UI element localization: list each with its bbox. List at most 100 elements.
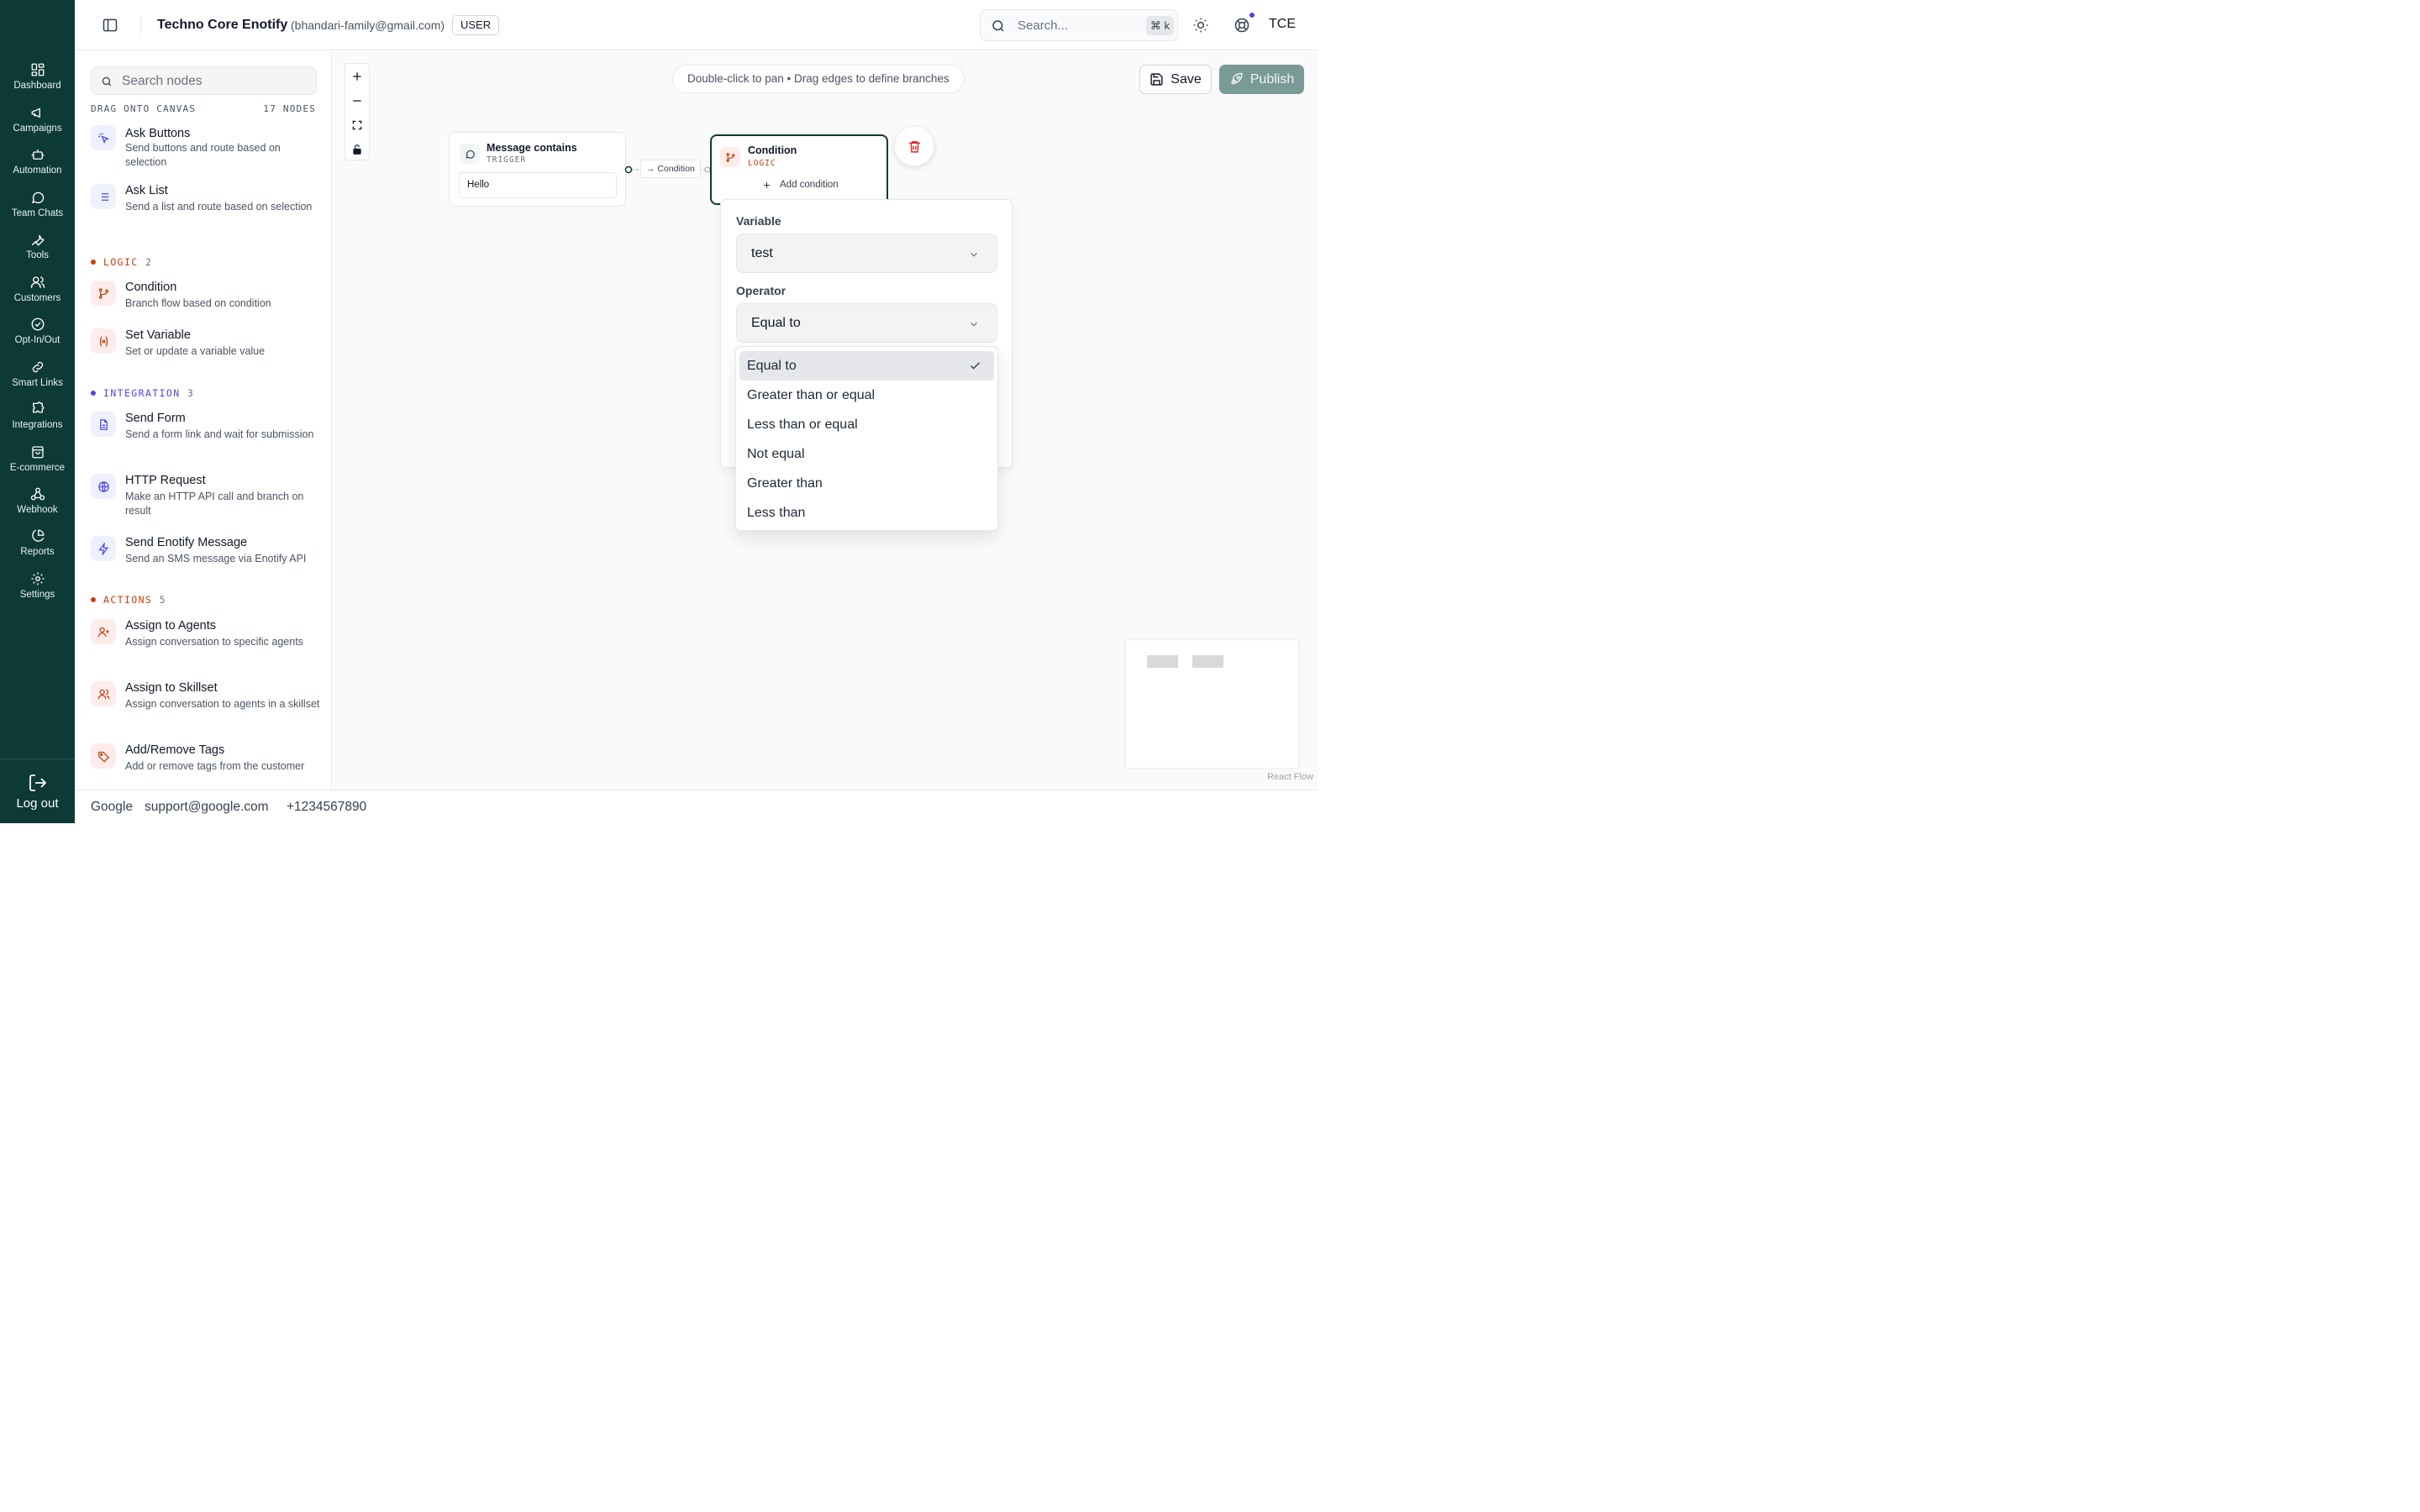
pointer-click-icon [91, 125, 116, 150]
condition-node[interactable]: Condition LOGIC Add condition [710, 134, 888, 205]
nav-customers[interactable]: Customers [0, 275, 75, 313]
publish-label: Publish [1249, 71, 1295, 87]
option-label: Greater than or equal [747, 388, 876, 402]
top-header: Techno Core Enotify (bhandari-family@gma… [75, 0, 1318, 50]
plus-icon [763, 181, 771, 188]
node-list[interactable]: Ask Buttons Send buttons and route based… [75, 120, 331, 790]
plus-icon [353, 71, 361, 81]
gear-icon [31, 572, 44, 585]
save-icon [1150, 73, 1163, 86]
chevron-down-icon [971, 252, 977, 257]
nav-tools[interactable]: Tools [0, 232, 75, 270]
node-search-input[interactable]: Search nodes [91, 66, 317, 95]
help-lifebuoy-icon[interactable] [1234, 17, 1250, 34]
node-palette-panel: Search nodes DRAG ONTO CANVAS 17 NODES A… [75, 51, 332, 790]
global-search-input[interactable]: Search... ⌘ k [980, 9, 1178, 41]
add-condition-label: Add condition [780, 180, 839, 190]
operator-option-not-equal[interactable]: Not equal [739, 439, 994, 469]
minimap-node [1192, 655, 1223, 668]
add-condition-button[interactable]: Add condition [762, 180, 839, 190]
nav-team-chats[interactable]: Team Chats [0, 190, 75, 228]
operator-option-greater-than-or-equal[interactable]: Greater than or equal [739, 381, 994, 410]
operator-option-less-than-or-equal[interactable]: Less than or equal [739, 410, 994, 439]
nav-ecommerce[interactable]: E-commerce [0, 444, 75, 483]
logout-button[interactable]: Log out [0, 759, 75, 823]
node-title: Assign to Skillset [125, 681, 218, 695]
delete-node-button[interactable] [894, 126, 934, 166]
megaphone-icon [31, 108, 40, 118]
node-desc: Send an SMS message via Enotify API [125, 553, 307, 564]
trigger-node-type: TRIGGER [487, 155, 527, 165]
footer-email[interactable]: support@google.com [145, 800, 269, 815]
canvas-hint: Double-click to pan • Drag edges to defi… [672, 65, 965, 93]
operator-select[interactable]: Equal to [736, 303, 997, 343]
edge-label: → Condition [640, 160, 701, 178]
trash-icon [908, 140, 920, 153]
nav-integrations[interactable]: Integrations [0, 402, 75, 440]
nav-reports[interactable]: Reports [0, 528, 75, 567]
minimap[interactable] [1125, 639, 1299, 769]
save-button[interactable]: Save [1139, 65, 1212, 94]
avatar[interactable]: TCE [1269, 17, 1296, 32]
nav-label: Webhook [17, 505, 58, 515]
lock-button[interactable] [345, 137, 369, 161]
save-label: Save [1171, 71, 1202, 87]
trigger-keyword-value[interactable]: Hello [459, 172, 617, 198]
header-divider [140, 17, 141, 34]
section-actions: ACTIONS 5 [91, 594, 166, 606]
git-branch-icon [91, 281, 116, 306]
react-flow-attribution[interactable]: React Flow [1267, 772, 1313, 782]
trigger-node[interactable]: Message contains TRIGGER Hello [449, 132, 626, 207]
node-count: 17 NODES [263, 103, 316, 114]
nav-label: Campaigns [13, 123, 62, 134]
section-title: ACTIONS [103, 594, 153, 606]
org-email: (bhandari-family@gmail.com) [291, 18, 445, 32]
search-placeholder: Search... [1018, 18, 1069, 33]
nav-settings[interactable]: Settings [0, 571, 75, 610]
nav-opt-in-out[interactable]: Opt-In/Out [0, 317, 75, 355]
shopping-bag-icon [31, 446, 44, 459]
nav-automation[interactable]: Automation [0, 147, 75, 186]
publish-button[interactable]: Publish [1219, 65, 1304, 94]
zoom-out-button[interactable] [345, 88, 369, 113]
section-dot [91, 260, 96, 265]
nav-webhook[interactable]: Webhook [0, 486, 75, 525]
nav-label: Dashboard [13, 81, 61, 91]
users-icon [91, 681, 116, 706]
tag-icon [91, 743, 116, 769]
message-icon [460, 144, 480, 164]
node-search-placeholder: Search nodes [122, 74, 203, 88]
nav-smart-links[interactable]: Smart Links [0, 360, 75, 398]
nav-label: Customers [13, 293, 61, 303]
lightning-icon [91, 536, 116, 561]
link-icon [32, 361, 43, 373]
minimap-node [1147, 655, 1178, 668]
operator-select-value: Equal to [751, 316, 801, 330]
node-desc: Add or remove tags from the customer [125, 760, 305, 772]
section-count: 2 [145, 256, 153, 268]
section-title: INTEGRATION [103, 387, 181, 399]
pie-chart-icon [31, 529, 44, 542]
flow-canvas[interactable]: Double-click to pan • Drag edges to defi… [333, 51, 1318, 790]
nav-campaigns[interactable]: Campaigns [0, 105, 75, 144]
operator-option-less-than[interactable]: Less than [739, 498, 994, 528]
notification-dot [1249, 12, 1255, 18]
zoom-in-button[interactable] [345, 64, 369, 88]
node-desc: Assign conversation to specific agents [125, 636, 303, 648]
sun-icon[interactable] [1192, 17, 1209, 34]
sidebar-toggle-icon[interactable] [102, 17, 118, 34]
lock-icon [353, 144, 361, 155]
node-title: Send Enotify Message [125, 536, 248, 549]
node-desc: Send buttons and route based on selectio… [125, 142, 281, 168]
option-label: Less than or equal [747, 417, 858, 432]
operator-option-equal-to[interactable]: Equal to [739, 351, 994, 381]
variable-select[interactable]: test [736, 234, 997, 273]
list-icon [91, 184, 116, 209]
nav-dashboard[interactable]: Dashboard [0, 62, 75, 101]
fit-view-button[interactable] [345, 113, 369, 137]
operator-option-greater-than[interactable]: Greater than [739, 469, 994, 498]
operator-dropdown-menu: Equal to Greater than or equal Less than… [735, 346, 998, 531]
section-logic: LOGIC 2 [91, 256, 152, 268]
nav-label: Smart Links [12, 378, 63, 388]
footer-phone[interactable]: +1234567890 [287, 800, 366, 815]
